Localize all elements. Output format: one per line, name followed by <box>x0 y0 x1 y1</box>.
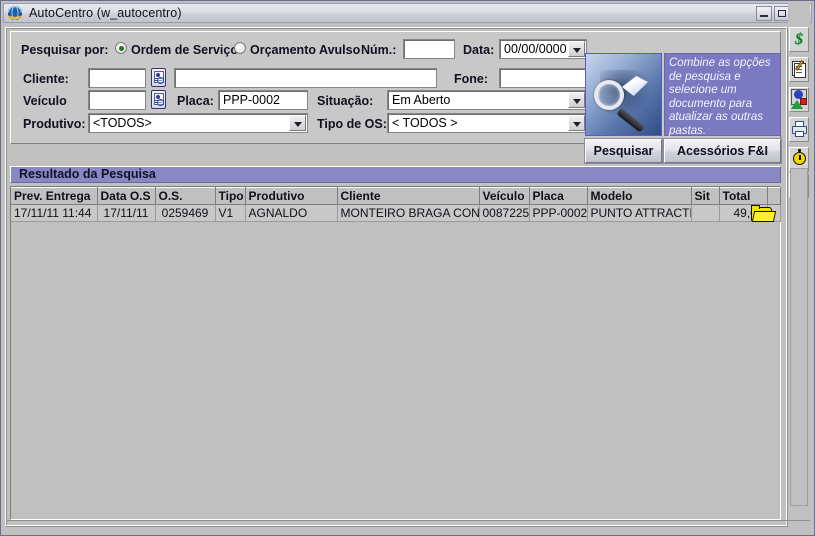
document-edit-icon[interactable] <box>789 57 809 82</box>
cell-data-os: 17/11/11 <box>97 204 156 222</box>
col-placa[interactable]: Placa <box>529 187 588 205</box>
data-input[interactable]: 00/00/0000 <box>499 39 587 59</box>
col-modelo[interactable]: Modelo <box>587 187 692 205</box>
situacao-dropdown-arrow[interactable] <box>568 92 585 108</box>
acessorios-fi-button[interactable]: Acessórios F&I <box>663 138 782 164</box>
result-grid[interactable]: Prev. Entrega Data O.S O.S. Tipo Produti… <box>10 186 781 520</box>
cell-prev-entrega: 17/11/11 11:44 <box>11 204 98 222</box>
client-area: Pesquisar por: Ordem de Serviço Orçament… <box>3 25 812 533</box>
printer-icon[interactable] <box>789 117 809 142</box>
pesquisar-button[interactable]: Pesquisar <box>584 138 663 164</box>
situacao-select[interactable]: Em Aberto <box>387 90 587 110</box>
col-veiculo[interactable]: Veículo <box>479 187 530 205</box>
hint-text: Combine as opções de pesquisa e selecion… <box>664 53 781 137</box>
title-bar: AutoCentro (w_autocentro) <box>3 3 812 23</box>
placa-label: Placa: <box>177 94 214 108</box>
cliente-lookup-icon[interactable] <box>151 68 166 87</box>
cell-modelo: PUNTO ATTRACTIVE <box>587 204 692 222</box>
dollar-icon[interactable]: $ <box>789 27 809 52</box>
toolbar-scroll-track[interactable] <box>790 168 808 506</box>
veiculo-lookup-icon[interactable] <box>151 90 166 109</box>
col-cliente[interactable]: Cliente <box>337 187 480 205</box>
shapes-chart-icon[interactable] <box>789 87 809 112</box>
magnifier-illustration <box>585 53 662 136</box>
application-window: AutoCentro (w_autocentro) Pesquisar por:… <box>0 0 815 536</box>
right-toolbar: $ <box>788 3 810 507</box>
result-table: Prev. Entrega Data O.S O.S. Tipo Produti… <box>11 187 781 222</box>
cell-tipo: V1 <box>215 204 246 222</box>
cliente-label: Cliente: <box>23 72 69 86</box>
col-action[interactable] <box>767 187 781 205</box>
cell-placa: PPP-0002 <box>529 204 588 222</box>
result-section-header: Resultado da Pesquisa <box>10 166 781 183</box>
produtivo-select[interactable]: <TODOS> <box>88 113 308 133</box>
tipo-os-dropdown-arrow[interactable] <box>568 115 585 131</box>
col-data-os[interactable]: Data O.S <box>97 187 156 205</box>
radio-ordem-de-servico[interactable] <box>115 42 127 54</box>
situacao-label: Situação: <box>317 94 374 108</box>
open-folder-icon[interactable] <box>751 205 777 222</box>
veiculo-label: Veículo <box>23 94 67 108</box>
cliente-name-input[interactable] <box>174 68 437 88</box>
num-label: Núm.: <box>361 43 397 57</box>
cell-produtivo: AGNALDO <box>245 204 338 222</box>
produtivo-label: Produtivo: <box>23 117 86 131</box>
fone-input[interactable] <box>499 68 587 88</box>
radio-ordem-de-servico-label: Ordem de Serviço <box>131 43 238 57</box>
col-sit[interactable]: Sit <box>691 187 720 205</box>
col-tipo[interactable]: Tipo <box>215 187 246 205</box>
produtivo-dropdown-arrow[interactable] <box>289 115 306 131</box>
veiculo-code-input[interactable] <box>88 90 146 110</box>
minimize-button[interactable] <box>756 5 772 21</box>
globe-icon <box>6 5 24 21</box>
data-dropdown-arrow[interactable] <box>568 41 585 57</box>
col-prev-entrega[interactable]: Prev. Entrega <box>11 187 98 205</box>
radio-orcamento-avulso-label: Orçamento Avulso <box>250 43 361 57</box>
table-header-row: Prev. Entrega Data O.S O.S. Tipo Produti… <box>11 187 781 205</box>
fone-label: Fone: <box>454 72 489 86</box>
num-input[interactable] <box>403 39 455 59</box>
cell-os: 0259469 <box>155 204 216 222</box>
radio-orcamento-avulso[interactable] <box>234 42 246 54</box>
tipo-os-label: Tipo de OS: <box>317 117 387 131</box>
col-total[interactable]: Total <box>719 187 768 205</box>
table-row[interactable]: 17/11/11 11:44 17/11/11 0259469 V1 AGNAL… <box>11 204 781 222</box>
data-label: Data: <box>463 43 495 57</box>
cell-sit <box>691 204 720 222</box>
search-by-label: Pesquisar por: <box>21 43 109 57</box>
cell-cliente: MONTEIRO BRAGA CONSULT <box>337 204 480 222</box>
col-os[interactable]: O.S. <box>155 187 216 205</box>
cliente-code-input[interactable] <box>88 68 146 88</box>
footer-divider <box>7 520 810 521</box>
col-produtivo[interactable]: Produtivo <box>245 187 338 205</box>
tipo-os-select[interactable]: < TODOS > <box>387 113 587 133</box>
window-title: AutoCentro (w_autocentro) <box>29 6 182 20</box>
placa-input[interactable]: PPP-0002 <box>218 90 308 110</box>
cell-veiculo: 0087225 <box>479 204 530 222</box>
